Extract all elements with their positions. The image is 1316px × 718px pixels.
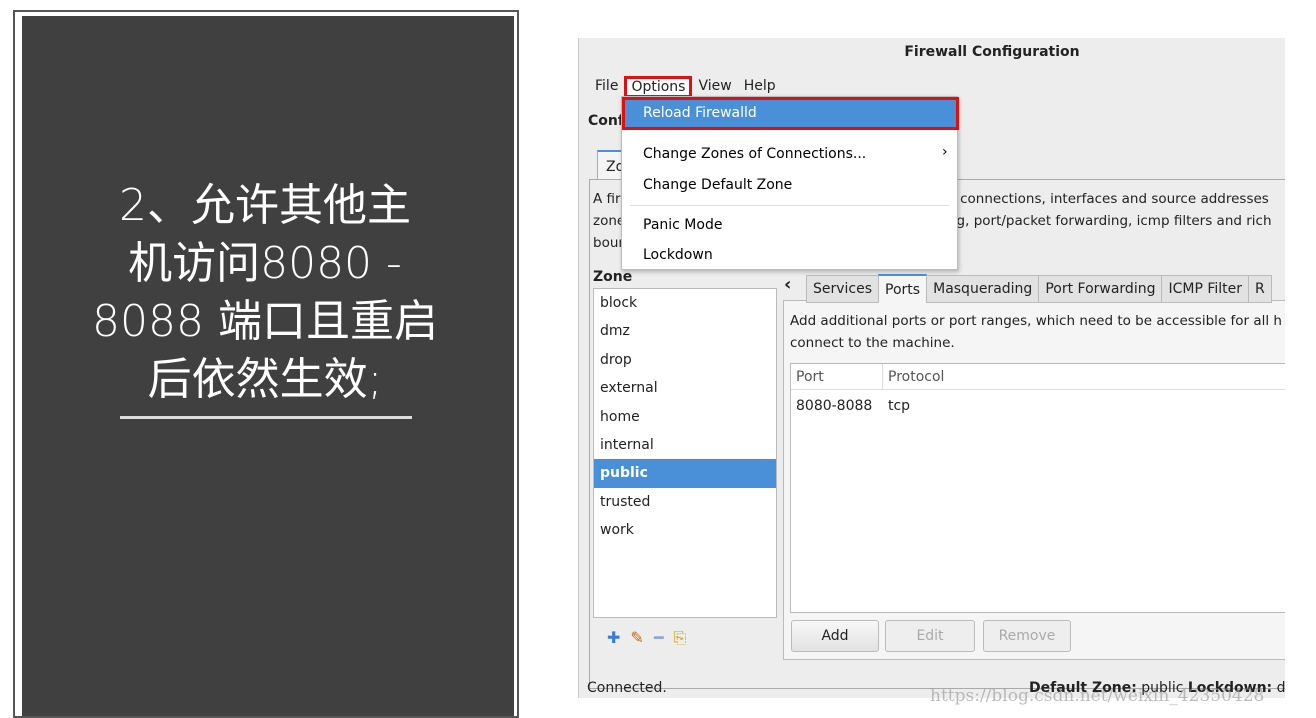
zone-item[interactable]: internal xyxy=(594,431,776,459)
column-port[interactable]: Port xyxy=(791,364,883,389)
slide-panel: 2、允许其他主 机访问8080 - 8088 端口且重启 后依然生效; xyxy=(13,10,519,718)
zone-item[interactable]: dmz xyxy=(594,317,776,345)
zone-item[interactable]: block xyxy=(594,289,776,317)
heading-line: 8088 端口且重启 xyxy=(92,296,438,347)
remove-zone-icon[interactable]: ━ xyxy=(654,628,664,648)
menu-help[interactable]: Help xyxy=(738,76,782,98)
menu-separator xyxy=(630,205,949,206)
ports-description: Add additional ports or port ranges, whi… xyxy=(790,313,1282,351)
tab-icmp-filter[interactable]: ICMP Filter xyxy=(1161,275,1250,303)
menu-view[interactable]: View xyxy=(692,76,737,98)
heading-line: 2、允许其他主 xyxy=(119,180,411,231)
tab-port-forwarding[interactable]: Port Forwarding xyxy=(1038,275,1163,303)
menu-item-reload-firewalld[interactable]: Reload Firewalld xyxy=(622,97,959,130)
ports-table[interactable]: Port Protocol 8080-8088 tcp xyxy=(790,363,1285,613)
zone-item[interactable]: trusted xyxy=(594,488,776,516)
zone-item[interactable]: drop xyxy=(594,346,776,374)
remove-button[interactable]: Remove xyxy=(983,620,1071,652)
zone-tabs: Services Ports Masquerading Port Forward… xyxy=(806,274,1272,303)
configuration-label: Conf xyxy=(588,113,624,129)
zone-item-selected[interactable]: public xyxy=(594,459,776,488)
tab-services[interactable]: Services xyxy=(806,275,880,303)
add-zone-icon[interactable]: ✚ xyxy=(607,628,620,648)
edit-zone-icon[interactable]: ✎ xyxy=(630,628,643,648)
menu-file[interactable]: File xyxy=(589,76,624,98)
tab-masquerading[interactable]: Masquerading xyxy=(926,275,1040,303)
tabs-scroll-left-icon[interactable]: ‹ xyxy=(784,274,791,295)
heading-line: 后依然生效; xyxy=(147,354,383,405)
connection-status: Connected. xyxy=(587,680,667,696)
zone-toolbar: ✚ ✎ ━ ⎘ xyxy=(607,628,686,648)
edit-button[interactable]: Edit xyxy=(885,620,975,652)
submenu-arrow-icon: › xyxy=(942,144,948,160)
tab-ports[interactable]: Ports xyxy=(878,274,928,303)
options-dropdown: Reload Firewalld Change Zones of Connect… xyxy=(621,96,959,270)
tab-rich-rules[interactable]: R xyxy=(1248,275,1272,303)
zone-item[interactable]: home xyxy=(594,403,776,431)
window-title: Firewall Configuration xyxy=(904,44,1080,60)
port-cell: 8080-8088 xyxy=(796,398,873,414)
menu-item-change-zones[interactable]: Change Zones of Connections... xyxy=(643,146,866,162)
heading-line: 机访问8080 - xyxy=(128,238,402,289)
menu-item-panic-mode[interactable]: Panic Mode xyxy=(643,217,722,233)
menu-item-change-default-zone[interactable]: Change Default Zone xyxy=(643,177,792,193)
zone-item[interactable]: work xyxy=(594,516,776,544)
column-protocol[interactable]: Protocol xyxy=(883,364,944,389)
load-defaults-icon[interactable]: ⎘ xyxy=(673,628,686,648)
table-row[interactable]: 8080-8088 tcp xyxy=(791,390,1285,422)
protocol-cell: tcp xyxy=(888,398,911,414)
menu-item-lockdown[interactable]: Lockdown xyxy=(643,247,713,263)
zone-label: Zone xyxy=(593,269,633,285)
menu-options[interactable]: Options xyxy=(624,76,693,98)
watermark: https://blog.csdn.net/weixin_42350428 xyxy=(930,686,1265,706)
zone-item[interactable]: external xyxy=(594,374,776,402)
add-button[interactable]: Add xyxy=(791,620,879,652)
menubar: File Options View Help xyxy=(589,76,782,98)
zone-list[interactable]: block dmz drop external home internal pu… xyxy=(593,288,777,618)
divider xyxy=(120,416,412,419)
slide-heading: 2、允许其他主 机访问8080 - 8088 端口且重启 后依然生效; xyxy=(55,177,475,409)
